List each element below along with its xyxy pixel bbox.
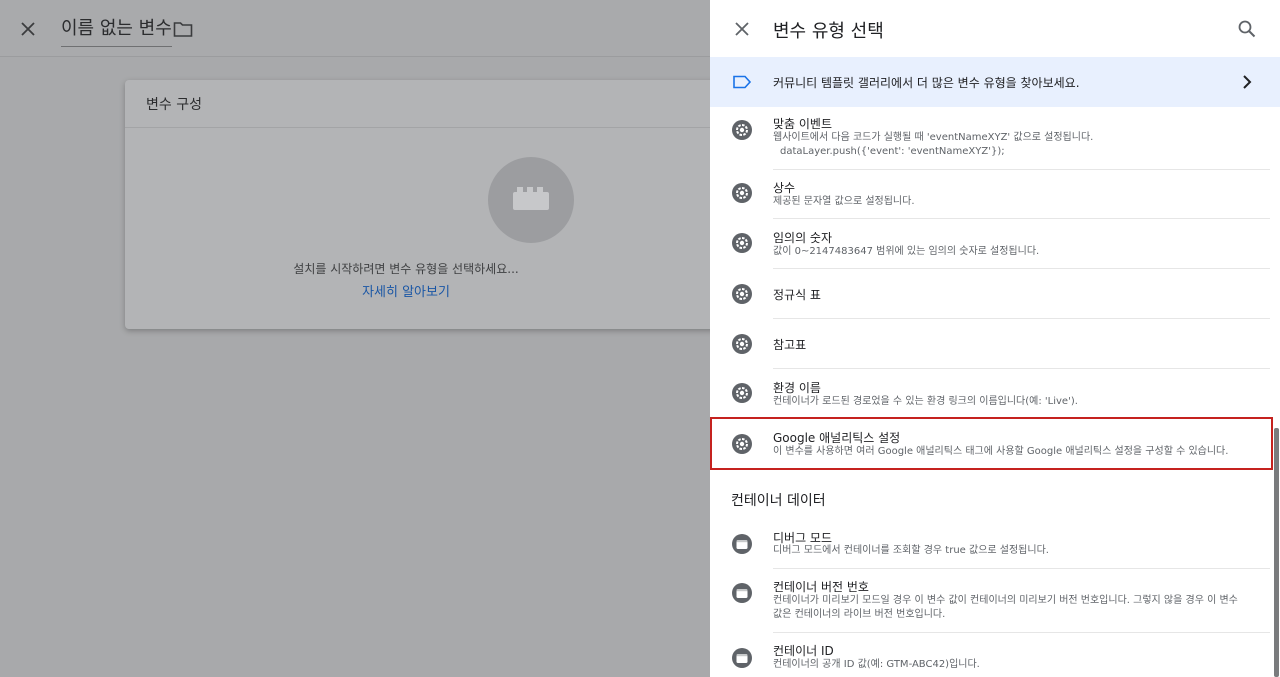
item-description: 디버그 모드에서 컨테이너를 조회할 경우 true 값으로 설정됩니다. <box>773 545 1049 556</box>
list-item-constant[interactable]: 상수 제공된 문자열 값으로 설정됩니다. <box>710 170 1270 219</box>
list-item-google-analytics-settings[interactable]: Google 애널리틱스 설정 이 변수를 사용하면 여러 Google 애널리… <box>710 417 1273 470</box>
tag-icon <box>733 75 752 89</box>
item-description: 컨테이너가 미리보기 모드일 경우 이 변수 값이 컨테이너의 미리보기 버전 … <box>773 595 1238 606</box>
gear-icon <box>732 434 752 454</box>
editor-header: 이름 없는 변수 <box>0 0 710 57</box>
gear-icon <box>732 284 752 304</box>
item-description: 제공된 문자열 값으로 설정됩니다. <box>773 196 915 207</box>
variable-config-card: 변수 구성 설치를 시작하려면 변수 유형을 선택하세요... 자세히 알아보기 <box>125 80 725 329</box>
item-description: 컨테이너의 공개 ID 값(예: GTM-ABC42)입니다. <box>773 659 980 670</box>
gear-icon <box>732 233 752 253</box>
item-title: 컨테이너 ID <box>773 644 834 658</box>
container-icon <box>732 648 752 668</box>
list-item-random-number[interactable]: 임의의 숫자 값이 0~2147483647 범위에 있는 임의의 숫자로 설정… <box>710 219 1270 269</box>
search-icon[interactable] <box>1237 19 1257 39</box>
list-item-debug-mode[interactable]: 디버그 모드 디버그 모드에서 컨테이너를 조회할 경우 true 값으로 설정… <box>710 519 1270 569</box>
item-title: 참고표 <box>773 338 807 352</box>
section-title-container-data: 컨테이너 데이터 <box>731 493 826 509</box>
hint-text: 설치를 시작하려면 변수 유형을 선택하세요... <box>293 262 519 276</box>
close-icon[interactable] <box>18 19 38 39</box>
item-title: 맞춤 이벤트 <box>773 117 833 131</box>
item-description: 값이 0~2147483647 범위에 있는 임의의 숫자로 설정됩니다. <box>773 246 1040 257</box>
container-icon <box>732 583 752 603</box>
card-title: 변수 구성 <box>125 80 725 128</box>
gear-icon <box>732 183 752 203</box>
gear-icon <box>732 383 752 403</box>
item-title: Google 애널리틱스 설정 <box>773 431 901 445</box>
item-title: 정규식 표 <box>773 288 821 302</box>
list-item-container-version[interactable]: 컨테이너 버전 번호 컨테이너가 미리보기 모드일 경우 이 변수 값이 컨테이… <box>710 569 1270 633</box>
list-item-regex-table[interactable]: 정규식 표 <box>710 269 1270 319</box>
folder-icon[interactable] <box>173 20 193 38</box>
panel-title: 변수 유형 선택 <box>773 21 884 42</box>
item-code: dataLayer.push({'event': 'eventNameXYZ'}… <box>780 146 1005 157</box>
scrollbar[interactable] <box>1274 428 1279 677</box>
variable-name-input[interactable]: 이름 없는 변수 <box>61 14 172 47</box>
chevron-right-icon <box>1243 75 1252 89</box>
item-description-cont: 값은 컨테이너의 라이브 버전 번호입니다. <box>773 609 946 620</box>
banner-text: 커뮤니티 템플릿 갤러리에서 더 많은 변수 유형을 찾아보세요. <box>773 76 1080 90</box>
item-title: 컨테이너 버전 번호 <box>773 580 869 594</box>
gear-icon <box>732 334 752 354</box>
item-description: 이 변수를 사용하면 여러 Google 애널리틱스 태그에 사용할 Googl… <box>773 446 1229 457</box>
item-title: 상수 <box>773 181 796 195</box>
list-item-container-id[interactable]: 컨테이너 ID 컨테이너의 공개 ID 값(예: GTM-ABC42)입니다. <box>710 633 1270 677</box>
item-description: 컨테이너가 로드된 경로었을 수 있는 환경 링크의 이름입니다(예: 'Liv… <box>773 396 1078 407</box>
learn-more-link[interactable]: 자세히 알아보기 <box>125 281 725 300</box>
close-icon[interactable] <box>732 19 752 39</box>
container-icon <box>732 534 752 554</box>
item-title: 환경 이름 <box>773 381 821 395</box>
variable-type-panel: 변수 유형 선택 커뮤니티 템플릿 갤러리에서 더 많은 변수 유형을 찾아보세… <box>710 0 1280 677</box>
list-item-custom-event[interactable]: 맞춤 이벤트 웹사이트에서 다음 코드가 실행될 때 'eventNameXYZ… <box>710 107 1270 170</box>
block-icon <box>513 187 549 210</box>
panel-header: 변수 유형 선택 <box>710 0 1280 57</box>
list-item-lookup-table[interactable]: 참고표 <box>710 319 1270 369</box>
list-item-environment-name[interactable]: 환경 이름 컨테이너가 로드된 경로었을 수 있는 환경 링크의 이름입니다(예… <box>710 369 1270 417</box>
item-description: 웹사이트에서 다음 코드가 실행될 때 'eventNameXYZ' 값으로 설… <box>773 132 1094 143</box>
gear-icon <box>732 120 752 140</box>
item-title: 임의의 숫자 <box>773 231 833 245</box>
community-gallery-banner[interactable]: 커뮤니티 템플릿 갤러리에서 더 많은 변수 유형을 찾아보세요. <box>710 57 1280 107</box>
